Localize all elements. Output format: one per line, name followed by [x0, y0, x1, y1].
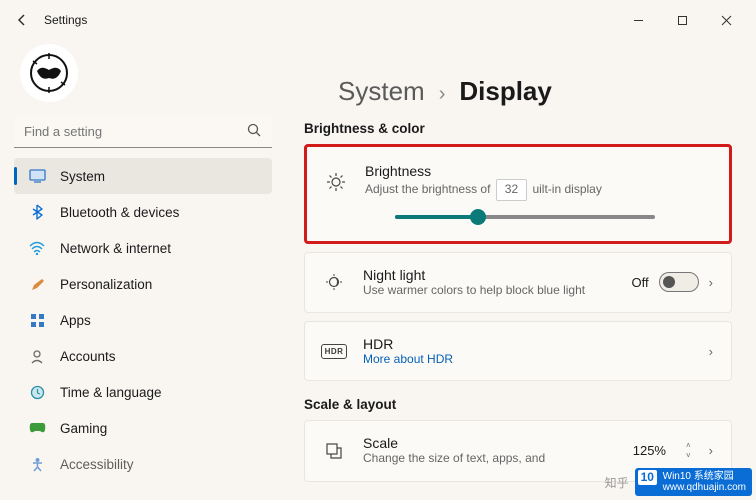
personalization-icon: [28, 275, 46, 293]
window-title: Settings: [44, 13, 87, 27]
brightness-card[interactable]: Brightness Adjust the brightness of 32 u…: [304, 144, 732, 244]
nightlight-card[interactable]: Night light Use warmer colors to help bl…: [304, 252, 732, 314]
sidebar: System Bluetooth & devices Network & int…: [0, 40, 280, 500]
chevron-right-icon[interactable]: ›: [709, 443, 713, 458]
sidebar-item-label: Apps: [60, 313, 91, 328]
search-input[interactable]: [14, 116, 272, 148]
sidebar-item-network[interactable]: Network & internet: [14, 230, 272, 266]
search-icon: [247, 123, 262, 141]
network-icon: [28, 239, 46, 257]
chevron-right-icon[interactable]: ›: [709, 344, 713, 359]
sidebar-item-time[interactable]: Time & language: [14, 374, 272, 410]
chevron-right-icon: ›: [439, 83, 446, 106]
sidebar-item-label: Gaming: [60, 421, 107, 436]
brightness-value-tooltip: 32: [496, 179, 527, 201]
sidebar-item-apps[interactable]: Apps: [14, 302, 272, 338]
system-icon: [28, 167, 46, 185]
accessibility-icon: [28, 455, 46, 473]
section-heading-brightness: Brightness & color: [304, 121, 732, 136]
sidebar-item-label: Time & language: [60, 385, 162, 400]
sidebar-item-label: System: [60, 169, 105, 184]
hdr-icon: HDR: [323, 340, 345, 362]
hdr-title: HDR: [363, 336, 709, 352]
close-button[interactable]: [704, 4, 748, 36]
breadcrumb-current: Display: [459, 76, 552, 107]
sidebar-item-system[interactable]: System: [14, 158, 272, 194]
minimize-button[interactable]: [616, 4, 660, 36]
nightlight-subtitle: Use warmer colors to help block blue lig…: [363, 283, 632, 299]
nightlight-title: Night light: [363, 267, 632, 283]
nightlight-toggle[interactable]: [659, 272, 699, 292]
scale-icon: [323, 440, 345, 462]
back-button[interactable]: [8, 6, 36, 34]
titlebar: Settings: [0, 0, 756, 40]
sidebar-item-personalization[interactable]: Personalization: [14, 266, 272, 302]
breadcrumb-parent[interactable]: System: [338, 76, 425, 107]
bluetooth-icon: [28, 203, 46, 221]
apps-icon: [28, 311, 46, 329]
sun-icon: [325, 171, 347, 193]
accounts-icon: [28, 347, 46, 365]
breadcrumb: System › Display: [338, 76, 732, 107]
sidebar-item-label: Bluetooth & devices: [60, 205, 179, 220]
sidebar-item-gaming[interactable]: Gaming: [14, 410, 272, 446]
sidebar-item-accessibility[interactable]: Accessibility: [14, 446, 272, 482]
scale-subtitle: Change the size of text, apps, and: [363, 451, 633, 467]
chevron-right-icon[interactable]: ›: [709, 275, 713, 290]
gaming-icon: [28, 419, 46, 437]
avatar[interactable]: [20, 44, 78, 102]
scale-dropdown-icon[interactable]: ˄˅: [686, 441, 691, 460]
watermarks: 知乎 Win10 系统家园 www.qdhuajin.com: [605, 468, 752, 496]
watermark-zhihu: 知乎: [605, 474, 629, 491]
sidebar-item-label: Accounts: [60, 349, 116, 364]
scale-title: Scale: [363, 435, 633, 451]
hdr-link[interactable]: More about HDR: [363, 352, 709, 366]
brightness-slider[interactable]: [395, 215, 655, 219]
sidebar-item-label: Accessibility: [60, 457, 134, 472]
nightlight-state: Off: [632, 275, 649, 290]
sidebar-item-accounts[interactable]: Accounts: [14, 338, 272, 374]
nightlight-icon: [323, 271, 345, 293]
watermark-brand: Win10 系统家园 www.qdhuajin.com: [635, 468, 752, 496]
section-heading-scale: Scale & layout: [304, 397, 732, 412]
brightness-title: Brightness: [365, 163, 711, 179]
scale-value[interactable]: 125%: [633, 443, 666, 458]
sidebar-item-bluetooth[interactable]: Bluetooth & devices: [14, 194, 272, 230]
brightness-subtitle: Adjust the brightness of 32 uilt-in disp…: [365, 179, 711, 201]
main-content: System › Display Brightness & color Brig…: [280, 40, 756, 500]
maximize-button[interactable]: [660, 4, 704, 36]
time-icon: [28, 383, 46, 401]
search-box[interactable]: [14, 116, 272, 148]
hdr-card[interactable]: HDR HDR More about HDR ›: [304, 321, 732, 381]
sidebar-item-label: Personalization: [60, 277, 152, 292]
sidebar-item-label: Network & internet: [60, 241, 171, 256]
